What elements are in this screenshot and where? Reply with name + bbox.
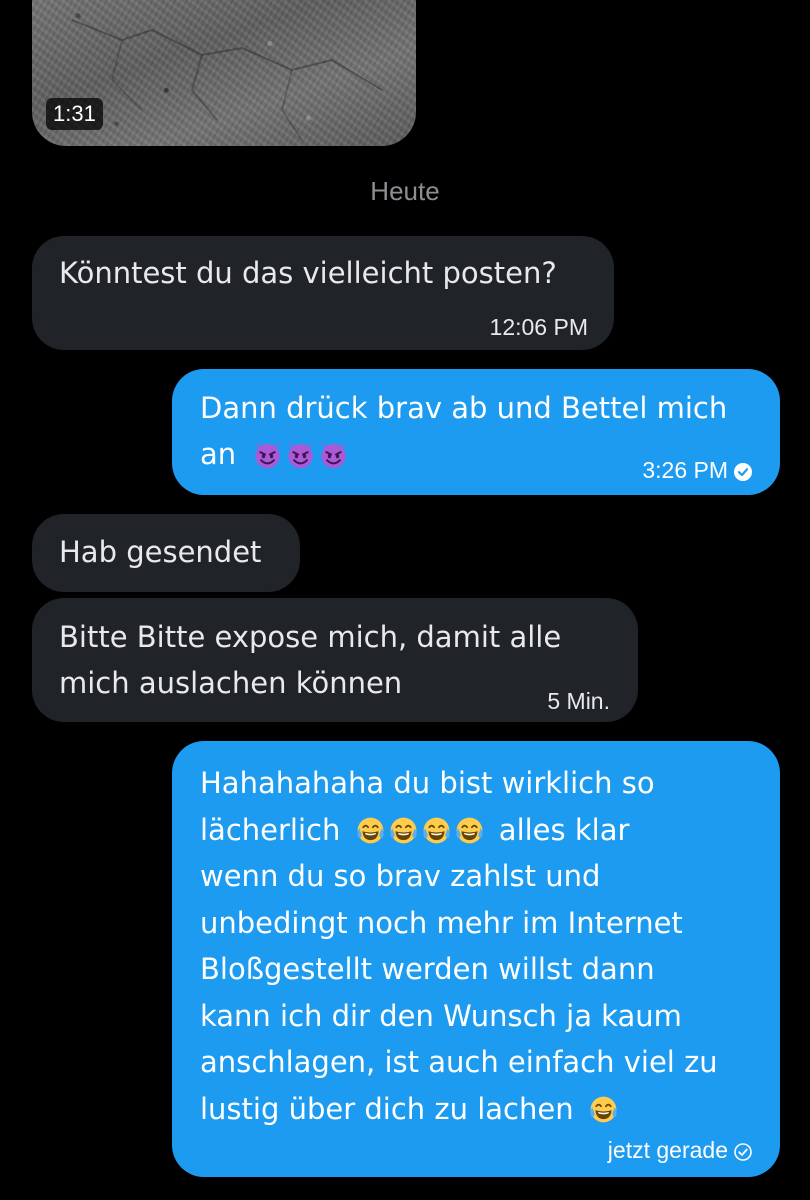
message-line: Hahahahaha du bist wirklich so <box>200 766 655 800</box>
message-meta: 3:26 PM <box>642 447 752 493</box>
message-text: Hab gesendet <box>59 535 262 569</box>
read-check-icon <box>734 463 752 481</box>
smiling-imp-icon <box>286 440 315 469</box>
message-text-line-2: mich auslachen können <box>59 666 403 700</box>
tears-of-joy-icon <box>389 816 418 845</box>
message-bubble-outgoing[interactable]: Hahahahaha du bist wirklich so lächerlic… <box>172 741 780 1177</box>
message-meta: jetzt gerade <box>608 1127 752 1174</box>
message-text: Bitte Bitte expose mich, damit alle <box>59 620 562 654</box>
message-line: unbedingt noch mehr im Internet <box>200 905 683 940</box>
tears-of-joy-icon <box>356 816 385 845</box>
message-timestamp: 5 Min. <box>547 688 610 714</box>
video-duration: 1:31 <box>46 98 103 130</box>
message-timestamp: jetzt gerade <box>607 1137 728 1163</box>
message-line: lustig über dich zu lachen <box>200 1086 752 1133</box>
tears-of-joy-icon <box>455 816 484 845</box>
message-line: lächerlich alles klar <box>200 812 630 847</box>
emoji-group <box>356 813 497 847</box>
message-text: Könntest du das vielleicht posten? <box>59 256 557 290</box>
message-line: Bloßgestellt werden willst dann <box>200 952 655 986</box>
message-line: anschlagen, ist auch einfach viel zu <box>200 1045 718 1079</box>
smiling-imp-icon <box>319 440 348 469</box>
message-text: Dann drück brav ab und Bettel mich <box>200 391 728 425</box>
smiling-imp-icon <box>253 440 282 469</box>
tears-of-joy-icon <box>589 1095 618 1124</box>
message-timestamp: 3:26 PM <box>642 457 728 483</box>
video-thumbnail[interactable]: 1:31 <box>32 0 416 146</box>
message-bubble-incoming[interactable]: Bitte Bitte expose mich, damit alle mich… <box>32 598 638 722</box>
message-timestamp: 12:06 PM <box>489 314 588 340</box>
message-bubble-incoming[interactable]: Könntest du das vielleicht posten? 12:06… <box>32 236 614 350</box>
message-bubble-outgoing[interactable]: Dann drück brav ab und Bettel mich an 3:… <box>172 369 780 495</box>
sent-check-icon <box>734 1143 752 1161</box>
message-line: kann ich dir den Wunsch ja kaum <box>200 998 682 1033</box>
message-line: wenn du so brav zahlst und <box>200 859 601 893</box>
tears-of-joy-icon <box>422 816 451 845</box>
date-separator: Heute <box>370 176 440 206</box>
emoji-group <box>253 437 352 471</box>
message-bubble-incoming[interactable]: Hab gesendet <box>32 514 300 592</box>
